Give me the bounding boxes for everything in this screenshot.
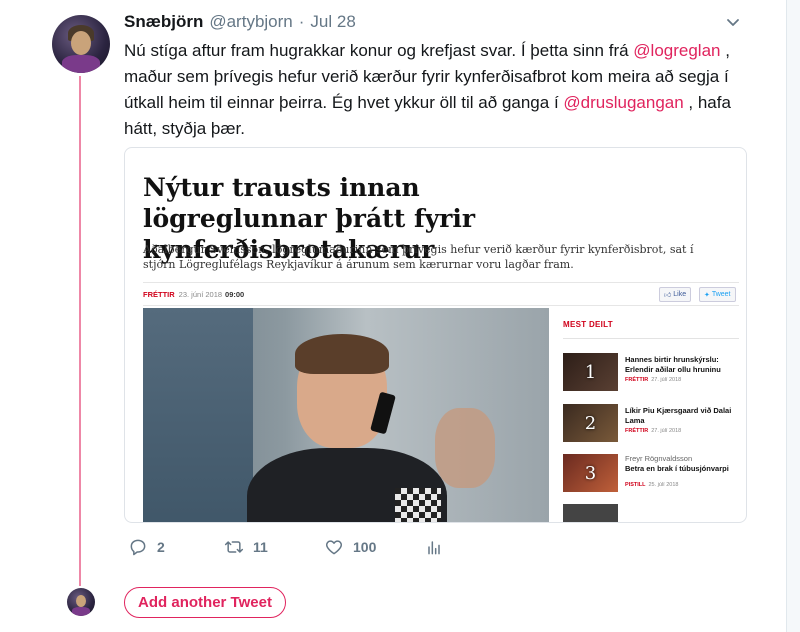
- list-item-category: PISTILL: [625, 482, 646, 488]
- like-icon: [325, 540, 343, 555]
- article-meta-bar: FRÉTTIR 23. júní 2018 09:00 👍︎ Like ✦ Tw…: [143, 282, 739, 306]
- add-another-tweet-button[interactable]: Add another Tweet: [124, 587, 286, 618]
- list-item-author: Freyr Rögnvaldsson: [625, 454, 693, 463]
- background-page-edge: [786, 0, 800, 632]
- list-item-category: FRÉTTIR: [625, 428, 649, 434]
- list-item-category: FRÉTTIR: [625, 377, 649, 383]
- list-item-headline: Hannes birtir hrunskýrslu: Erlendir aðil…: [625, 355, 721, 374]
- list-item-headline: Betra en brak í túbusjónvarpi: [625, 464, 729, 473]
- like-button[interactable]: 100: [324, 537, 376, 557]
- tweet-label: Tweet: [711, 291, 731, 298]
- most-shared-sidebar: MEST DEILT 1 Hannes birtir hrunskýrslu: …: [563, 308, 739, 522]
- analytics-button[interactable]: [424, 537, 444, 557]
- like-label: Like: [673, 291, 687, 298]
- composer-avatar: [67, 588, 95, 616]
- reply-icon: [130, 539, 146, 556]
- tweet-date[interactable]: Jul 28: [310, 12, 355, 32]
- list-item-date: 25. júlí 2018: [648, 482, 679, 488]
- attached-image-card[interactable]: Nýtur trausts innan lögreglunnar þrátt f…: [124, 147, 747, 523]
- list-item-meta: FRÉTTIR 27. júlí 2018: [625, 428, 681, 434]
- author-name[interactable]: Snæbjörn: [124, 12, 203, 32]
- list-item: [563, 504, 739, 522]
- tweet-text-segment: Nú stíga aftur fram hugrakkar konur og k…: [124, 41, 634, 60]
- thread-connector-line: [79, 76, 81, 586]
- list-item: 3 Freyr Rögnvaldsson Betra en brak í túb…: [563, 454, 739, 498]
- reply-count: 2: [157, 539, 165, 555]
- reply-button[interactable]: 2: [128, 537, 165, 557]
- article-date: 23. júní 2018: [178, 289, 223, 299]
- rank-number: 1: [584, 361, 597, 383]
- article-photo: [143, 308, 549, 522]
- thumbs-up-icon: 👍︎: [664, 292, 672, 299]
- article-lead: Aðalbergur Sveinsson, lögreglumaðurinn s…: [143, 243, 694, 271]
- list-item-headline-block: Freyr Rögnvaldsson Betra en brak í túbus…: [625, 454, 739, 474]
- list-item: 1 Hannes birtir hrunskýrslu: Erlendir að…: [563, 353, 739, 397]
- like-count: 100: [353, 539, 377, 555]
- tweet-text: Nú stíga aftur fram hugrakkar konur og k…: [124, 38, 744, 142]
- retweet-count: 11: [253, 539, 268, 555]
- list-item-meta: FRÉTTIR 27. júlí 2018: [625, 377, 681, 383]
- article-time: 09:00: [225, 289, 245, 299]
- twitter-tweet-badge: ✦ Tweet: [699, 287, 736, 302]
- bird-icon: ✦: [704, 291, 710, 299]
- author-handle[interactable]: @artybjorn: [209, 12, 292, 32]
- mention-druslugangan[interactable]: @druslugangan: [563, 93, 683, 112]
- article-screenshot: Nýtur trausts innan lögreglunnar þrátt f…: [143, 166, 739, 522]
- list-item-headline: Líkir Piu Kjærsgaard við Dalai Lama: [625, 406, 732, 425]
- rank-number: 2: [584, 412, 597, 434]
- list-item: 2 Líkir Piu Kjærsgaard við Dalai Lama FR…: [563, 404, 739, 448]
- retweet-icon: [224, 541, 244, 553]
- analytics-icon: [428, 541, 440, 555]
- list-item-date: 27. júlí 2018: [651, 377, 682, 383]
- list-item-meta: PISTILL 25. júlí 2018: [625, 482, 678, 488]
- most-shared-title: MEST DEILT: [563, 320, 613, 329]
- rank-number: 3: [584, 462, 597, 484]
- retweet-button[interactable]: 11: [224, 537, 268, 557]
- facebook-like-badge: 👍︎ Like: [659, 287, 692, 302]
- header-separator: ·: [298, 12, 305, 31]
- tweet-header: Snæbjörn @artybjorn · Jul 28: [124, 12, 356, 34]
- article-category: FRÉTTIR: [143, 289, 175, 299]
- author-avatar[interactable]: [52, 15, 110, 73]
- tweet-actions: 2 11 100: [124, 537, 454, 561]
- chevron-down-icon[interactable]: [725, 14, 741, 30]
- list-item-date: 27. júlí 2018: [651, 428, 682, 434]
- mention-logreglan[interactable]: @logreglan: [633, 41, 720, 60]
